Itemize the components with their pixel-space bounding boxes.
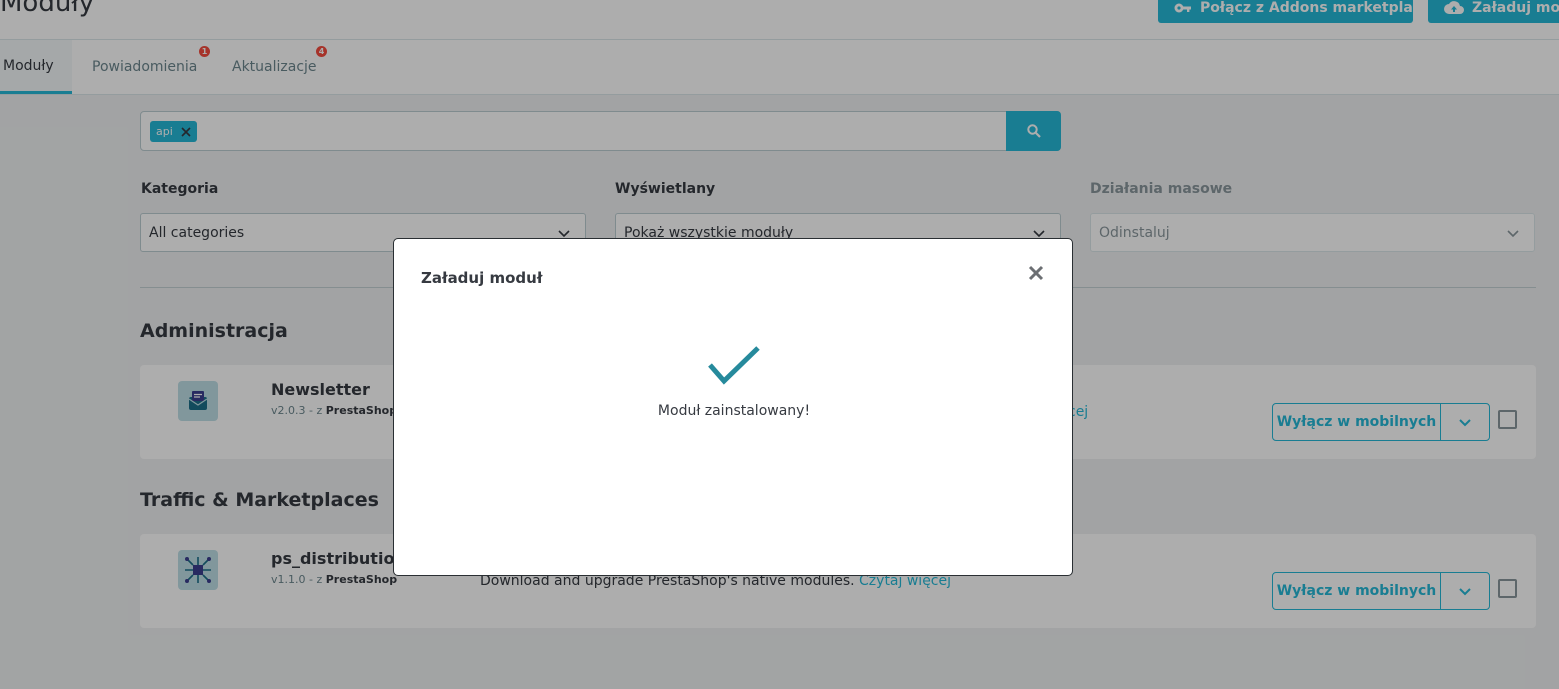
upload-module-modal: Załaduj moduł Moduł zainstalowany! [393, 238, 1073, 576]
close-icon [1028, 265, 1044, 281]
modal-title: Załaduj moduł [421, 269, 543, 287]
close-button[interactable] [1026, 263, 1046, 283]
success-message: Moduł zainstalowany! [657, 403, 811, 419]
success-check-icon [708, 346, 760, 385]
